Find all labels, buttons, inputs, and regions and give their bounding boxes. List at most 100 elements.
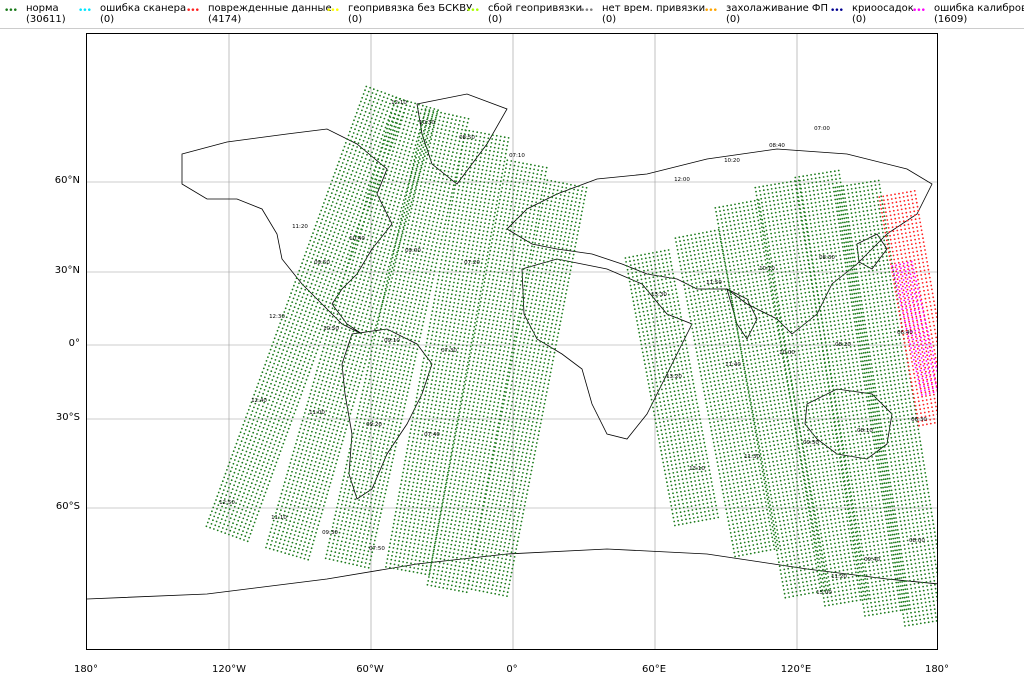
data-point (364, 451, 367, 454)
data-point (308, 337, 310, 339)
data-point (442, 140, 444, 143)
data-point (351, 246, 354, 249)
data-point (326, 297, 329, 299)
data-point (490, 162, 493, 165)
data-point (422, 263, 425, 266)
data-point (209, 514, 212, 516)
data-point (339, 318, 342, 321)
data-point (307, 349, 310, 352)
data-point (366, 267, 369, 270)
data-point (370, 461, 373, 463)
data-point (227, 512, 230, 514)
data-point (300, 452, 303, 455)
data-point (292, 508, 295, 511)
data-point (373, 539, 376, 542)
data-point (486, 210, 489, 213)
data-point (318, 226, 321, 228)
data-point (363, 161, 366, 164)
legend-label-text: захолаживание ФП (726, 3, 829, 14)
data-point (423, 243, 426, 246)
data-point (337, 279, 340, 282)
data-point (473, 191, 476, 194)
data-point (329, 277, 332, 279)
data-point (440, 307, 442, 310)
data-point (396, 253, 399, 256)
data-point (221, 527, 224, 529)
data-point (308, 438, 311, 441)
data-point (468, 239, 471, 242)
data-point (276, 364, 279, 366)
data-point (371, 185, 374, 188)
data-point (380, 217, 383, 220)
data-point (439, 169, 442, 171)
data-point (474, 208, 477, 211)
data-point (236, 532, 239, 535)
data-point (262, 380, 265, 382)
legend-marker: ••• (830, 6, 844, 16)
data-point (366, 386, 369, 389)
data-point (270, 370, 273, 373)
data-point (407, 202, 410, 205)
data-point (353, 555, 356, 558)
data-point (323, 372, 326, 374)
data-point (215, 520, 218, 523)
data-point (391, 330, 394, 333)
data-point (336, 523, 339, 525)
data-point (396, 421, 398, 424)
data-point (429, 346, 431, 349)
data-point (435, 262, 438, 265)
data-point (450, 252, 452, 255)
data-point (341, 297, 343, 300)
data-point (350, 379, 353, 382)
data-point (395, 405, 398, 407)
data-point (458, 229, 461, 232)
data-point (430, 248, 433, 251)
data-point (306, 433, 308, 436)
data-point (378, 254, 381, 257)
data-point (495, 134, 498, 137)
data-point (463, 222, 466, 225)
data-point (344, 541, 347, 544)
data-point (263, 448, 265, 451)
data-point (398, 185, 401, 188)
data-point (396, 122, 398, 125)
data-point (329, 352, 332, 355)
data-point (373, 396, 375, 398)
data-point (279, 428, 281, 431)
data-point (284, 523, 287, 525)
data-point (278, 500, 281, 503)
data-point (317, 424, 319, 426)
data-point (345, 163, 348, 166)
data-point (316, 499, 319, 501)
data-point (290, 386, 292, 388)
data-point (314, 284, 317, 286)
data-point (301, 262, 303, 265)
data-point (481, 213, 484, 216)
data-point (368, 509, 370, 512)
data-point (341, 556, 344, 559)
data-point (417, 161, 420, 164)
data-point (282, 530, 284, 533)
data-point (258, 485, 261, 487)
legend-marker: ••• (466, 6, 480, 16)
data-point (453, 322, 456, 325)
data-point (396, 193, 399, 196)
data-point (392, 420, 394, 423)
data-point (468, 219, 471, 222)
data-point (366, 94, 369, 97)
data-point (474, 318, 477, 320)
data-point (321, 438, 324, 440)
data-point (449, 321, 452, 324)
data-point (279, 381, 281, 384)
data-point (463, 246, 466, 249)
data-point (332, 188, 335, 191)
data-point (337, 502, 339, 505)
data-point (274, 405, 277, 408)
data-point (447, 244, 450, 246)
data-point (351, 436, 354, 439)
data-point (288, 507, 291, 510)
data-point (399, 152, 402, 155)
data-point (345, 324, 348, 327)
data-point (296, 333, 299, 335)
data-point (373, 215, 375, 218)
